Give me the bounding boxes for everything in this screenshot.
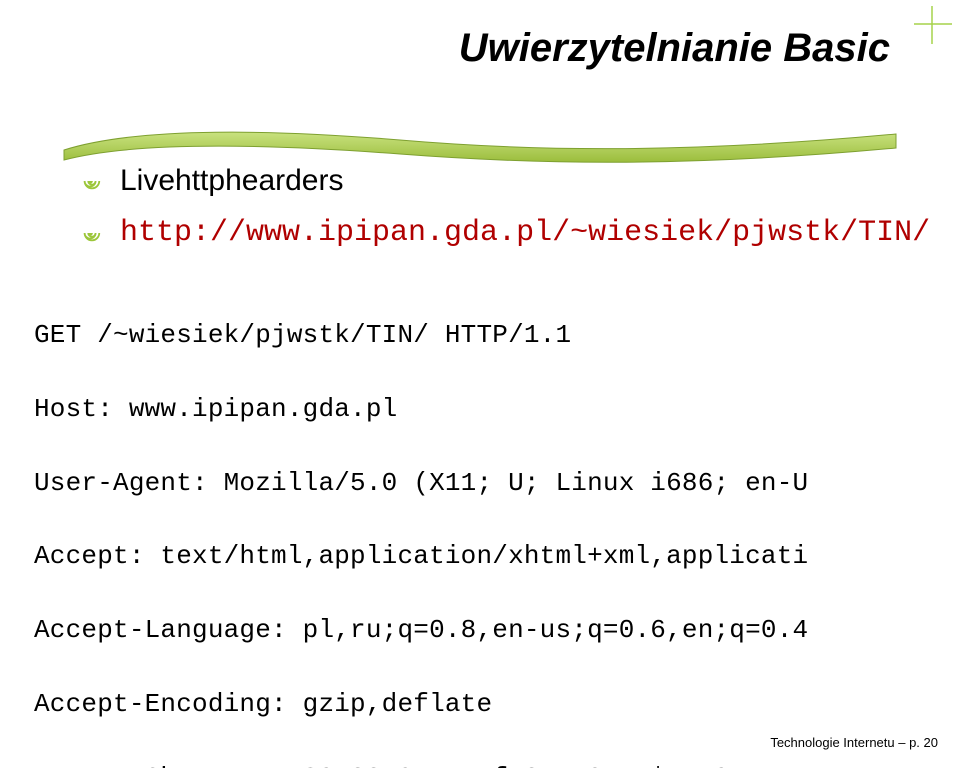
code-line: Host: www.ipipan.gda.pl <box>34 391 960 428</box>
corner-decoration <box>912 4 956 48</box>
bullet-item-2: http://www.ipipan.gda.pl/~wiesiek/pjwstk… <box>80 216 930 250</box>
footer-page-number: Technologie Internetu – p. 20 <box>770 735 938 750</box>
spiral-icon <box>80 170 102 192</box>
spiral-icon <box>80 222 102 244</box>
bullet-link: http://www.ipipan.gda.pl/~wiesiek/pjwstk… <box>120 216 930 250</box>
bullet-item-1: Livehttphearders <box>80 164 343 198</box>
code-line: Accept-Encoding: gzip,deflate <box>34 686 960 723</box>
code-line: GET /~wiesiek/pjwstk/TIN/ HTTP/1.1 <box>34 317 960 354</box>
slide-title: Uwierzytelnianie Basic <box>459 26 890 71</box>
code-line: Accept-Charset: ISO-8859-1,utf-8;q=0.7,*… <box>34 760 960 768</box>
slide: Uwierzytelnianie Basic Livehttphearders … <box>0 0 960 768</box>
code-line: User-Agent: Mozilla/5.0 (X11; U; Linux i… <box>34 465 960 502</box>
bullet-text-1: Livehttphearders <box>120 164 343 198</box>
http-request-block: GET /~wiesiek/pjwstk/TIN/ HTTP/1.1 Host:… <box>34 280 960 768</box>
code-line: Accept: text/html,application/xhtml+xml,… <box>34 538 960 575</box>
title-underline <box>60 120 900 164</box>
code-line: Accept-Language: pl,ru;q=0.8,en-us;q=0.6… <box>34 612 960 649</box>
